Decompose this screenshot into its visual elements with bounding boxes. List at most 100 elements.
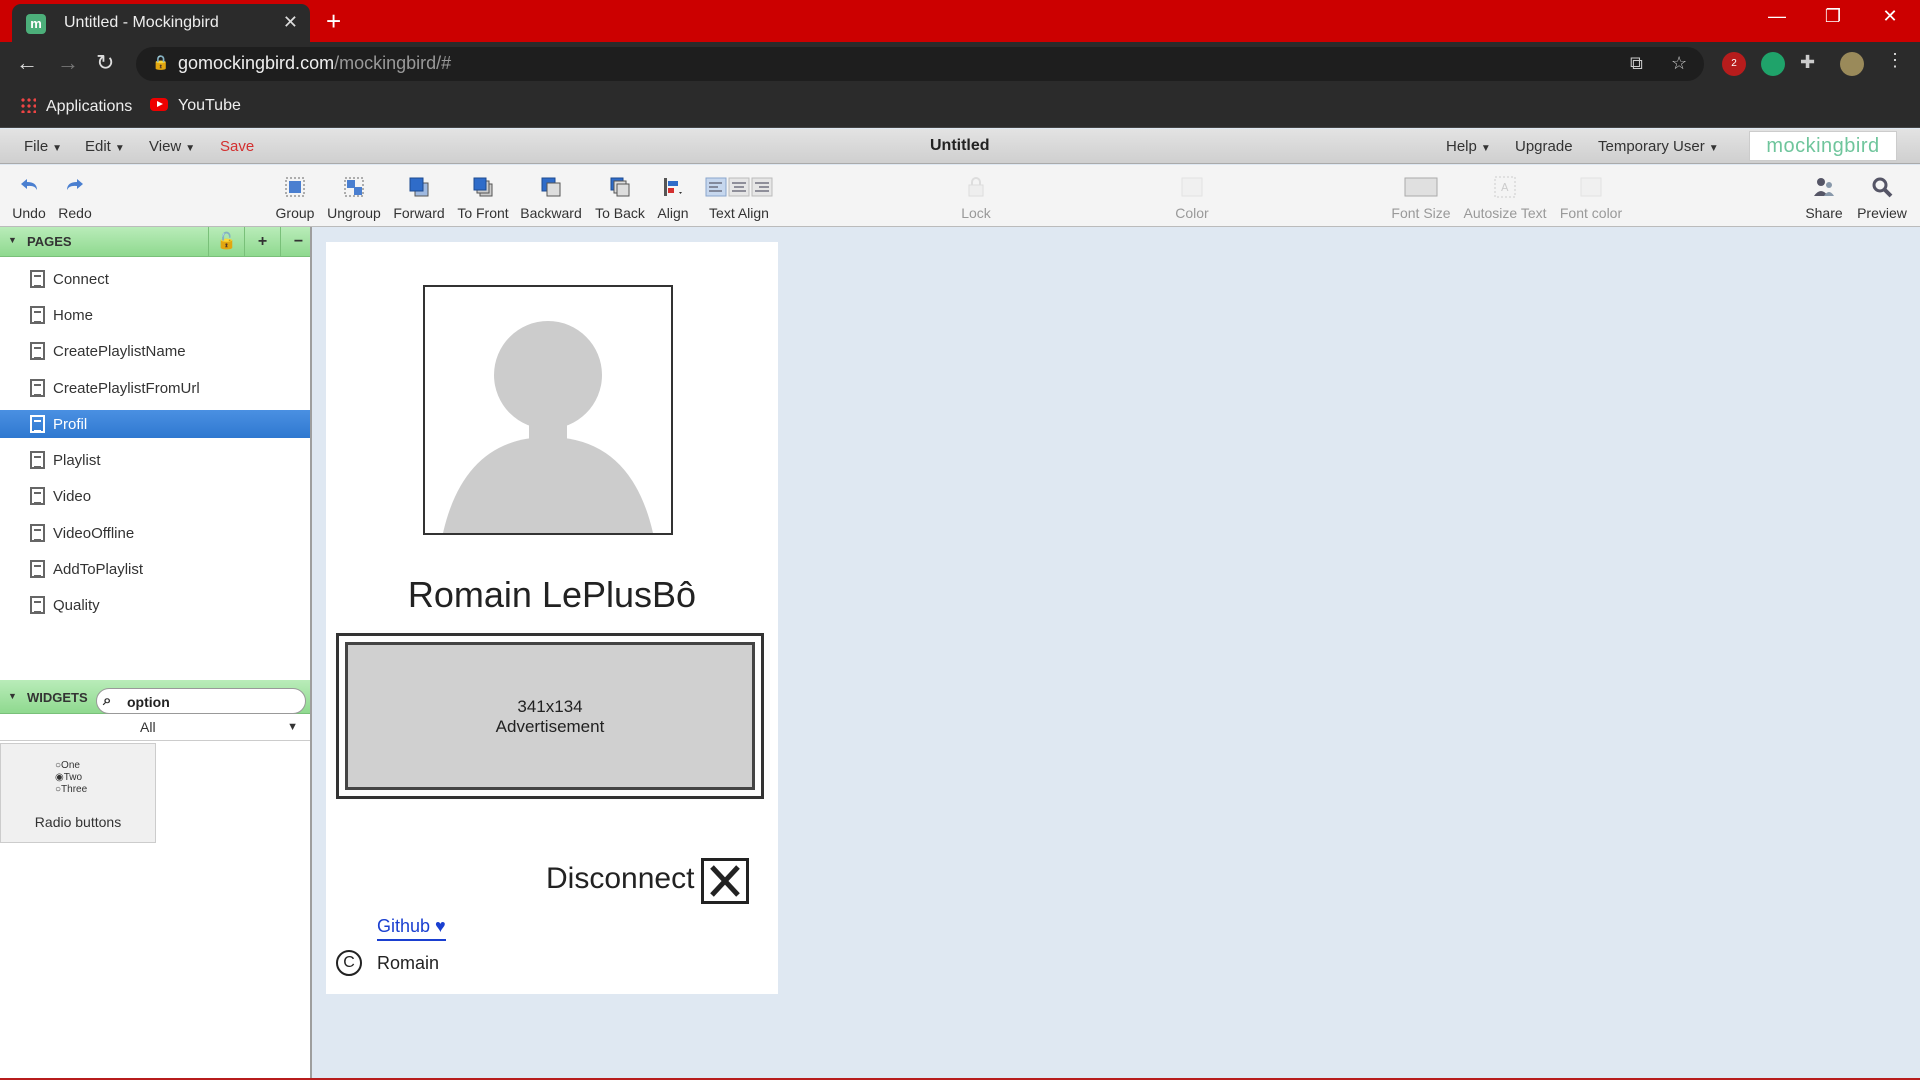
ad-label: Advertisement bbox=[495, 717, 605, 736]
close-window-icon[interactable]: ✕ bbox=[1870, 6, 1910, 27]
add-page-icon[interactable]: + bbox=[244, 227, 280, 257]
upgrade-link[interactable]: Upgrade bbox=[1515, 138, 1573, 155]
forward-icon[interactable]: → bbox=[57, 50, 79, 76]
page-item-profil[interactable]: Profil bbox=[0, 410, 310, 438]
share-button[interactable]: Share bbox=[1802, 165, 1846, 227]
back-icon[interactable]: ← bbox=[16, 50, 38, 76]
mockup-canvas-page[interactable]: Romain LePlusBô 341x134 Advertisement Di… bbox=[326, 242, 778, 994]
remove-page-icon[interactable]: − bbox=[280, 227, 316, 257]
autosize-text-button[interactable]: A Autosize Text bbox=[1462, 165, 1548, 227]
bring-to-front-icon bbox=[473, 177, 493, 197]
disconnect-x-button[interactable] bbox=[701, 858, 749, 904]
lock-page-icon[interactable]: 🔓 bbox=[208, 227, 244, 257]
undo-icon bbox=[21, 179, 37, 190]
menu-help[interactable]: Help ▼ bbox=[1446, 138, 1491, 155]
left-panel: ▼ PAGES 🔓 + − Connect Home CreatePlaylis… bbox=[0, 227, 312, 1080]
lock-button[interactable]: Lock bbox=[956, 165, 996, 227]
bookmark-applications[interactable]: Applications bbox=[20, 97, 132, 116]
widget-radio-buttons[interactable]: ○One ◉Two ○Three Radio buttons bbox=[0, 743, 156, 843]
to-back-button[interactable]: To Back bbox=[592, 165, 648, 227]
mockingbird-logo: mockingbird bbox=[1749, 131, 1897, 161]
menu-view[interactable]: View ▼ bbox=[149, 138, 195, 155]
github-link[interactable]: Github ♥ bbox=[377, 916, 446, 941]
ublock-extension-icon[interactable]: 2 bbox=[1722, 52, 1746, 76]
to-front-button[interactable]: To Front bbox=[454, 165, 512, 227]
ungroup-icon bbox=[344, 177, 364, 197]
save-button[interactable]: Save bbox=[220, 138, 254, 155]
page-icon bbox=[30, 596, 45, 614]
page-item-connect[interactable]: Connect bbox=[0, 265, 310, 293]
disconnect-label[interactable]: Disconnect bbox=[546, 862, 694, 896]
preview-magnifier-icon bbox=[1872, 177, 1893, 198]
browser-tab[interactable]: m Untitled - Mockingbird ✕ bbox=[12, 4, 310, 42]
menu-file[interactable]: File ▼ bbox=[24, 138, 62, 155]
widgets-panel-header[interactable]: ▼ WIDGETS ⌕ option bbox=[0, 680, 310, 714]
group-button[interactable]: Group bbox=[274, 165, 316, 227]
align-button[interactable]: Align bbox=[654, 165, 692, 227]
text-align-button[interactable]: Text Align bbox=[702, 165, 776, 227]
tab-title: Untitled - Mockingbird bbox=[64, 14, 219, 31]
profile-avatar[interactable] bbox=[1840, 52, 1864, 76]
reload-icon[interactable]: ↻ bbox=[96, 50, 114, 76]
collapse-triangle-icon[interactable]: ▼ bbox=[8, 235, 17, 245]
page-item-home[interactable]: Home bbox=[0, 301, 310, 329]
page-icon bbox=[30, 560, 45, 578]
advertisement-placeholder[interactable]: 341x134 Advertisement bbox=[336, 633, 764, 799]
bring-forward-icon bbox=[409, 177, 429, 197]
svg-text:A: A bbox=[1501, 181, 1509, 194]
user-menu[interactable]: Temporary User ▼ bbox=[1598, 138, 1719, 155]
menu-edit[interactable]: Edit ▼ bbox=[85, 138, 125, 155]
user-silhouette-icon bbox=[443, 321, 653, 533]
lock-icon: 🔒 bbox=[152, 54, 170, 70]
page-item-quality[interactable]: Quality bbox=[0, 591, 310, 619]
widget-search-input[interactable]: ⌕ option bbox=[96, 688, 306, 714]
restore-icon[interactable]: ❐ bbox=[1813, 6, 1853, 27]
page-item-videooffline[interactable]: VideoOffline bbox=[0, 519, 310, 547]
share-icon bbox=[1814, 178, 1834, 196]
minimize-icon[interactable]: — bbox=[1757, 6, 1797, 27]
bookmark-youtube[interactable]: YouTube bbox=[150, 97, 241, 115]
pages-panel-header[interactable]: ▼ PAGES 🔓 + − bbox=[0, 227, 310, 257]
address-bar[interactable]: 🔒 gomockingbird.com/mockingbird/# ⧉ ☆ bbox=[136, 47, 1704, 81]
chevron-down-icon: ▼ bbox=[287, 721, 298, 733]
radio-buttons-preview: ○One ◉Two ○Three bbox=[55, 760, 88, 795]
page-icon bbox=[30, 524, 45, 542]
page-icon bbox=[30, 342, 45, 360]
page-icon bbox=[30, 487, 45, 505]
page-icon bbox=[30, 379, 45, 397]
font-color-icon bbox=[1580, 177, 1602, 197]
page-item-playlist[interactable]: Playlist bbox=[0, 446, 310, 474]
browser-menu-icon[interactable]: ⋮ bbox=[1886, 50, 1904, 71]
font-size-button[interactable]: Font Size bbox=[1388, 165, 1454, 227]
extensions-puzzle-icon[interactable]: ✚ bbox=[1800, 52, 1815, 73]
redo-button[interactable]: Redo bbox=[54, 165, 96, 227]
translate-icon[interactable]: ⧉ bbox=[1630, 53, 1643, 74]
font-size-icon bbox=[1404, 177, 1438, 197]
profile-picture-placeholder[interactable] bbox=[423, 285, 673, 535]
ungroup-button[interactable]: Ungroup bbox=[326, 165, 382, 227]
new-tab-icon[interactable]: + bbox=[326, 6, 341, 37]
ad-size-label: 341x134 bbox=[517, 697, 583, 716]
group-icon bbox=[285, 177, 305, 197]
collapse-triangle-icon[interactable]: ▼ bbox=[8, 691, 17, 701]
forward-button[interactable]: Forward bbox=[392, 165, 446, 227]
copyright-name[interactable]: Romain bbox=[377, 953, 439, 974]
chat-extension-icon[interactable] bbox=[1761, 52, 1785, 76]
widget-category-select[interactable]: All ▼ bbox=[0, 715, 310, 741]
close-tab-icon[interactable]: ✕ bbox=[283, 12, 298, 33]
color-button[interactable]: Color bbox=[1170, 165, 1214, 227]
preview-button[interactable]: Preview bbox=[1854, 165, 1910, 227]
mockingbird-favicon-icon: m bbox=[26, 14, 46, 34]
undo-button[interactable]: Undo bbox=[8, 165, 50, 227]
font-color-button[interactable]: Font color bbox=[1556, 165, 1626, 227]
page-item-addtoplaylist[interactable]: AddToPlaylist bbox=[0, 555, 310, 583]
copyright-icon: C bbox=[336, 950, 362, 976]
bookmark-star-icon[interactable]: ☆ bbox=[1671, 53, 1687, 74]
page-item-createplaylistfromurl[interactable]: CreatePlaylistFromUrl bbox=[0, 374, 310, 402]
redo-icon bbox=[67, 179, 83, 190]
page-item-createplaylistname[interactable]: CreatePlaylistName bbox=[0, 337, 310, 365]
apps-grid-icon bbox=[20, 97, 36, 113]
page-item-video[interactable]: Video bbox=[0, 482, 310, 510]
backward-button[interactable]: Backward bbox=[518, 165, 584, 227]
profile-username[interactable]: Romain LePlusBô bbox=[326, 574, 778, 616]
